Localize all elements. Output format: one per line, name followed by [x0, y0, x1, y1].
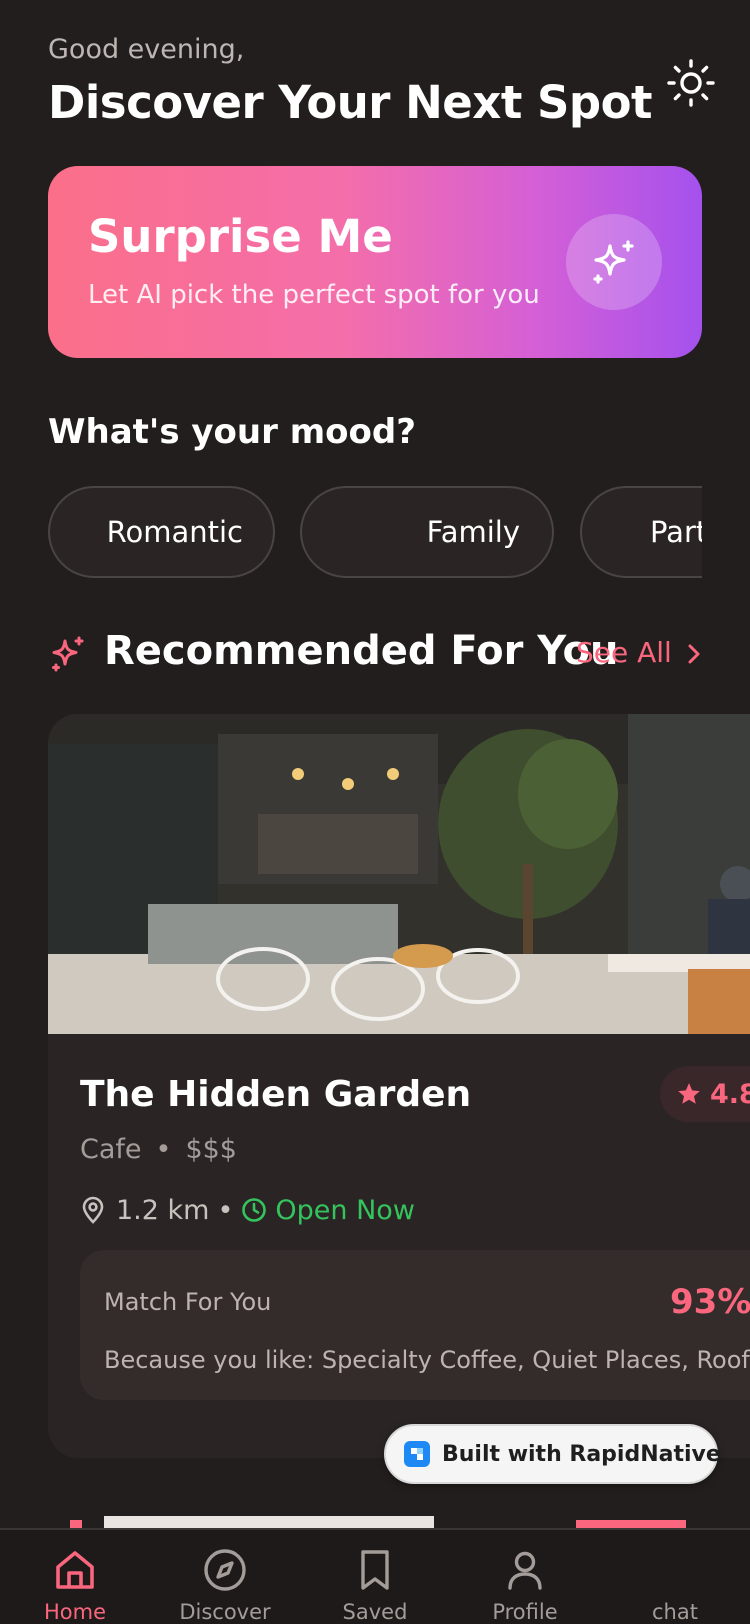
compass-icon [204, 1549, 246, 1591]
clock-icon [242, 1198, 267, 1222]
tab-label: Profile [492, 1600, 558, 1624]
location-separator: • [217, 1194, 234, 1226]
bottom-tab-bar: Home Discover Saved Profile chat [0, 1528, 750, 1624]
place-photo [48, 714, 750, 1034]
tab-saved[interactable]: Saved [300, 1530, 450, 1624]
place-meta: Cafe • $$$ [80, 1134, 237, 1165]
sun-icon [667, 59, 715, 107]
user-icon [508, 1551, 542, 1590]
mood-chip-row[interactable]: Romantic Family Part [48, 486, 702, 578]
map-pin-icon [82, 1196, 104, 1224]
tab-label: Saved [342, 1600, 408, 1624]
chip-label: Part [650, 515, 702, 549]
chip-label: Family [426, 515, 520, 549]
cafe-interior-illustration [48, 714, 750, 1034]
page-title: Discover Your Next Spot [48, 76, 653, 129]
rapidnative-logo-icon [404, 1441, 430, 1467]
tab-chat[interactable]: chat [600, 1530, 750, 1624]
place-price: $$$ [185, 1134, 237, 1165]
open-status: Open Now [275, 1194, 415, 1226]
tab-discover[interactable]: Discover [150, 1530, 300, 1624]
rating-badge: 4.8 [660, 1066, 750, 1122]
chip-label: Romantic [106, 515, 243, 549]
mood-chip-romantic[interactable]: Romantic [48, 486, 275, 578]
tab-home[interactable]: Home [0, 1530, 150, 1624]
place-category: Cafe [80, 1134, 142, 1165]
home-screen: Good evening, Discover Your Next Spot Su… [0, 0, 750, 1624]
mood-section-title: What's your mood? [48, 412, 416, 452]
match-label: Match For You [104, 1288, 272, 1316]
sparkles-icon [52, 636, 84, 672]
greeting-text: Good evening, [48, 34, 245, 65]
rating-value: 4.8 [710, 1078, 750, 1110]
surprise-me-card[interactable]: Surprise Me Let AI pick the perfect spot… [48, 166, 702, 358]
recommended-title: Recommended For You [104, 628, 619, 674]
tab-profile[interactable]: Profile [450, 1530, 600, 1624]
tab-label: chat [652, 1600, 698, 1624]
home-icon [56, 1551, 94, 1589]
meta-separator: • [155, 1134, 172, 1165]
trending-section-peek [70, 1510, 710, 1530]
location-row: 1.2 km • Open Now [80, 1190, 415, 1230]
place-distance: 1.2 km [116, 1194, 210, 1226]
surprise-title: Surprise Me [88, 210, 393, 263]
tab-label: Discover [179, 1600, 271, 1624]
star-icon [678, 1083, 700, 1104]
badge-text: Built with RapidNative [442, 1441, 721, 1467]
tab-label: Home [43, 1600, 106, 1624]
mood-chip-family[interactable]: Family [300, 486, 554, 578]
chevron-right-icon[interactable] [680, 640, 708, 668]
place-card[interactable]: The Hidden Garden 4.8 Cafe • $$$ 1.2 km • … [48, 714, 750, 1458]
mood-chip-party[interactable]: Part [580, 486, 702, 578]
bookmark-icon [361, 1550, 389, 1590]
surprise-icon-circle [566, 214, 662, 310]
match-percent: 93% [670, 1282, 750, 1322]
match-reasons: Because you like: Specialty Coffee, Quie… [104, 1346, 750, 1374]
sparkles-icon [593, 240, 634, 284]
theme-toggle-button[interactable] [666, 58, 716, 108]
see-all-link[interactable]: See All [576, 636, 672, 669]
recommended-header: Recommended For You See All [48, 626, 728, 682]
match-panel: Match For You 93% Because you like: Spec… [80, 1250, 750, 1400]
built-with-badge[interactable]: Built with RapidNative [384, 1424, 721, 1484]
place-name: The Hidden Garden [80, 1074, 472, 1115]
surprise-subtitle: Let AI pick the perfect spot for you [88, 280, 540, 310]
